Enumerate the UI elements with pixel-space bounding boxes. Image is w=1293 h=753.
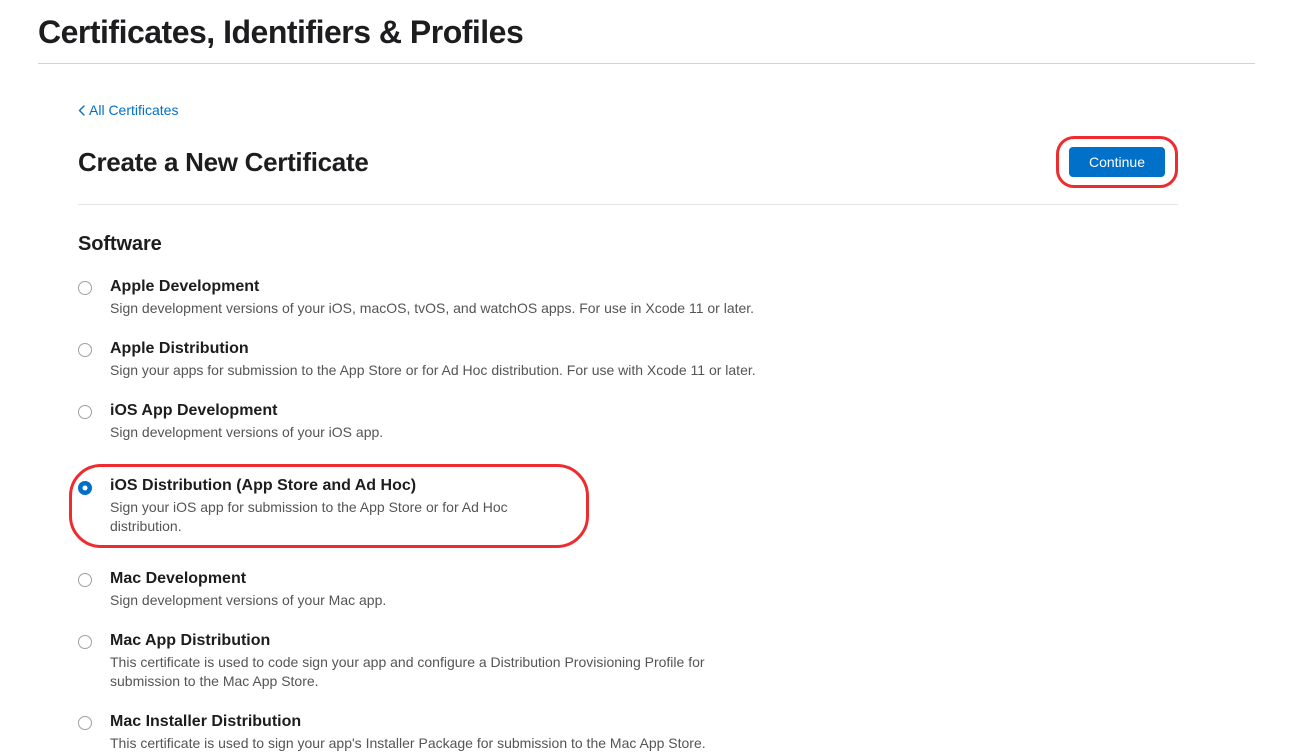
continue-highlight: Continue <box>1056 136 1178 188</box>
option-row[interactable]: Apple Distribution Sign your apps for sub… <box>78 340 778 380</box>
back-link[interactable]: All Certificates <box>78 102 178 118</box>
radio-button[interactable] <box>78 405 92 419</box>
option-row[interactable]: Mac Installer Distribution This certifica… <box>78 713 778 753</box>
option-title: Mac App Distribution <box>110 632 778 650</box>
option-row[interactable]: Mac Development Sign development versions… <box>78 570 778 610</box>
option-title: Apple Development <box>110 278 754 296</box>
option-title: Mac Installer Distribution <box>110 713 706 731</box>
option-desc: Sign development versions of your iOS ap… <box>110 423 383 442</box>
radio-button[interactable] <box>78 481 92 495</box>
radio-button[interactable] <box>78 343 92 357</box>
option-text: Mac Installer Distribution This certifica… <box>110 713 706 753</box>
option-desc: Sign development versions of your iOS, m… <box>110 299 754 318</box>
option-desc: This certificate is used to code sign yo… <box>110 653 778 691</box>
sub-header: Create a New Certificate Continue <box>78 136 1178 205</box>
option-row[interactable]: iOS App Development Sign development vers… <box>78 402 778 442</box>
option-title: Mac Development <box>110 570 386 588</box>
radio-button[interactable] <box>78 716 92 730</box>
section-title: Software <box>78 233 1178 256</box>
option-text: Apple Distribution Sign your apps for sub… <box>110 340 756 380</box>
chevron-left-icon <box>78 105 85 116</box>
radio-button[interactable] <box>78 281 92 295</box>
option-title: iOS App Development <box>110 402 383 420</box>
option-text: iOS App Development Sign development vers… <box>110 402 383 442</box>
option-row[interactable]: Mac App Distribution This certificate is … <box>78 632 778 691</box>
option-text: iOS Distribution (App Store and Ad Hoc) S… <box>110 477 572 536</box>
option-desc: Sign your apps for submission to the App… <box>110 361 756 380</box>
page-title: Certificates, Identifiers & Profiles <box>38 0 1255 64</box>
option-row[interactable]: Apple Development Sign development versio… <box>78 278 778 318</box>
option-text: Mac Development Sign development versions… <box>110 570 386 610</box>
continue-button[interactable]: Continue <box>1069 147 1165 177</box>
option-text: Mac App Distribution This certificate is … <box>110 632 778 691</box>
radio-button[interactable] <box>78 635 92 649</box>
option-desc: This certificate is used to sign your ap… <box>110 734 706 753</box>
sub-title: Create a New Certificate <box>78 147 368 178</box>
option-text: Apple Development Sign development versio… <box>110 278 754 318</box>
back-link-label: All Certificates <box>89 102 178 118</box>
option-desc: Sign development versions of your Mac ap… <box>110 591 386 610</box>
radio-button[interactable] <box>78 573 92 587</box>
option-desc: Sign your iOS app for submission to the … <box>110 498 572 536</box>
option-title: iOS Distribution (App Store and Ad Hoc) <box>110 477 572 495</box>
option-title: Apple Distribution <box>110 340 756 358</box>
option-row[interactable]: iOS Distribution (App Store and Ad Hoc) S… <box>69 464 589 549</box>
